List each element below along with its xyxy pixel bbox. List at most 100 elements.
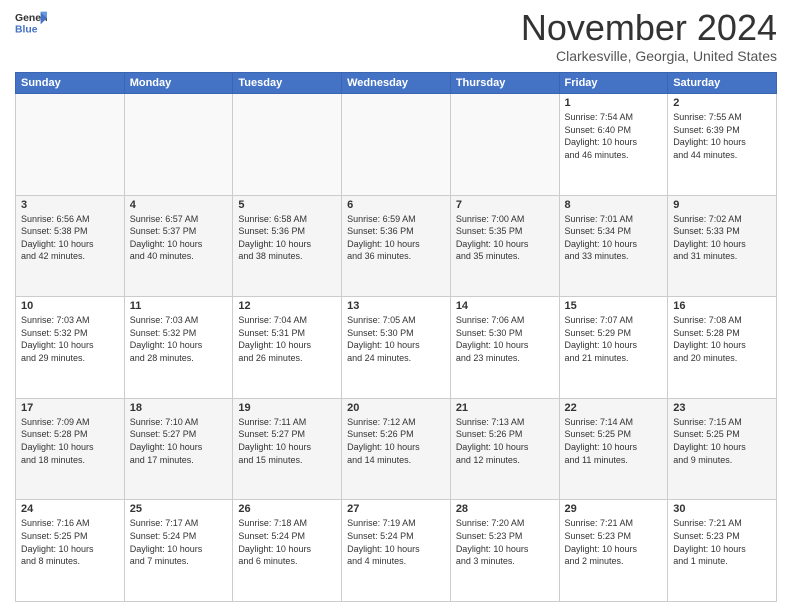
day-number: 27 <box>347 503 445 515</box>
day-info: Sunrise: 7:19 AM Sunset: 5:24 PM Dayligh… <box>347 517 445 567</box>
month-title: November 2024 <box>521 10 777 46</box>
day-number: 14 <box>456 300 554 312</box>
calendar-week-row: 3Sunrise: 6:56 AM Sunset: 5:38 PM Daylig… <box>16 195 777 297</box>
calendar-week-row: 10 Sunrise: 7:03 AM Sunset: 5:32 PM Dayli… <box>16 297 777 399</box>
day-info: Sunrise: 7:08 AM Sunset: 5:28 PM Dayligh… <box>673 314 771 364</box>
day-info: Sunrise: 7:04 AM Sunset: 5:31 PM Dayligh… <box>238 314 336 364</box>
day-number: 16 <box>673 300 771 312</box>
calendar-day-cell: 4 Sunrise: 6:57 AM Sunset: 5:37 PM Daylig… <box>124 195 233 297</box>
calendar-week-row: 24 Sunrise: 7:16 AM Sunset: 5:25 PM Dayli… <box>16 500 777 602</box>
day-info: Sunrise: 7:17 AM Sunset: 5:24 PM Dayligh… <box>130 517 228 567</box>
day-info: Sunrise: 7:05 AM Sunset: 5:30 PM Dayligh… <box>347 314 445 364</box>
day-info: Sunrise: 6:57 AM Sunset: 5:37 PM Dayligh… <box>130 213 228 263</box>
day-info: Sunrise: 7:10 AM Sunset: 5:27 PM Dayligh… <box>130 416 228 466</box>
calendar-day-cell: 27 Sunrise: 7:19 AM Sunset: 5:24 PM Dayli… <box>342 500 451 602</box>
calendar-day-cell: 1Sunrise: 7:54 AM Sunset: 6:40 PM Daylig… <box>559 94 668 196</box>
day-number: 1 <box>565 97 663 109</box>
weekday-header-wednesday: Wednesday <box>342 73 451 94</box>
location: Clarkesville, Georgia, United States <box>521 48 777 64</box>
title-block: November 2024 Clarkesville, Georgia, Uni… <box>521 10 777 64</box>
calendar-day-cell: 21Sunrise: 7:13 AM Sunset: 5:26 PM Dayli… <box>450 398 559 500</box>
day-info: Sunrise: 7:03 AM Sunset: 5:32 PM Dayligh… <box>130 314 228 364</box>
day-number: 9 <box>673 199 771 211</box>
calendar-day-cell <box>16 94 125 196</box>
day-info: Sunrise: 7:09 AM Sunset: 5:28 PM Dayligh… <box>21 416 119 466</box>
calendar-day-cell: 18 Sunrise: 7:10 AM Sunset: 5:27 PM Dayli… <box>124 398 233 500</box>
day-number: 11 <box>130 300 228 312</box>
weekday-header-friday: Friday <box>559 73 668 94</box>
calendar-day-cell: 30 Sunrise: 7:21 AM Sunset: 5:23 PM Dayli… <box>668 500 777 602</box>
logo-icon: General Blue <box>15 10 47 38</box>
day-number: 19 <box>238 402 336 414</box>
day-number: 13 <box>347 300 445 312</box>
day-number: 30 <box>673 503 771 515</box>
calendar-week-row: 1Sunrise: 7:54 AM Sunset: 6:40 PM Daylig… <box>16 94 777 196</box>
day-info: Sunrise: 7:21 AM Sunset: 5:23 PM Dayligh… <box>673 517 771 567</box>
day-number: 25 <box>130 503 228 515</box>
calendar-day-cell: 28 Sunrise: 7:20 AM Sunset: 5:23 PM Dayli… <box>450 500 559 602</box>
day-number: 28 <box>456 503 554 515</box>
day-number: 20 <box>347 402 445 414</box>
calendar-day-cell: 24 Sunrise: 7:16 AM Sunset: 5:25 PM Dayli… <box>16 500 125 602</box>
day-number: 18 <box>130 402 228 414</box>
calendar-header-row: SundayMondayTuesdayWednesdayThursdayFrid… <box>16 73 777 94</box>
calendar-day-cell <box>450 94 559 196</box>
calendar-day-cell: 20Sunrise: 7:12 AM Sunset: 5:26 PM Dayli… <box>342 398 451 500</box>
calendar-day-cell: 16 Sunrise: 7:08 AM Sunset: 5:28 PM Dayli… <box>668 297 777 399</box>
day-number: 12 <box>238 300 336 312</box>
day-info: Sunrise: 7:02 AM Sunset: 5:33 PM Dayligh… <box>673 213 771 263</box>
day-info: Sunrise: 7:14 AM Sunset: 5:25 PM Dayligh… <box>565 416 663 466</box>
day-number: 4 <box>130 199 228 211</box>
svg-text:Blue: Blue <box>15 24 38 35</box>
day-number: 8 <box>565 199 663 211</box>
day-number: 7 <box>456 199 554 211</box>
day-number: 17 <box>21 402 119 414</box>
day-number: 24 <box>21 503 119 515</box>
day-number: 21 <box>456 402 554 414</box>
calendar-day-cell: 22 Sunrise: 7:14 AM Sunset: 5:25 PM Dayli… <box>559 398 668 500</box>
calendar-week-row: 17 Sunrise: 7:09 AM Sunset: 5:28 PM Dayli… <box>16 398 777 500</box>
day-info: Sunrise: 7:16 AM Sunset: 5:25 PM Dayligh… <box>21 517 119 567</box>
calendar-day-cell: 23 Sunrise: 7:15 AM Sunset: 5:25 PM Dayli… <box>668 398 777 500</box>
day-info: Sunrise: 7:20 AM Sunset: 5:23 PM Dayligh… <box>456 517 554 567</box>
calendar-day-cell: 2 Sunrise: 7:55 AM Sunset: 6:39 PM Daylig… <box>668 94 777 196</box>
calendar-day-cell: 19Sunrise: 7:11 AM Sunset: 5:27 PM Dayli… <box>233 398 342 500</box>
calendar-day-cell: 15 Sunrise: 7:07 AM Sunset: 5:29 PM Dayli… <box>559 297 668 399</box>
day-info: Sunrise: 7:01 AM Sunset: 5:34 PM Dayligh… <box>565 213 663 263</box>
day-info: Sunrise: 7:55 AM Sunset: 6:39 PM Dayligh… <box>673 111 771 161</box>
calendar-day-cell <box>342 94 451 196</box>
day-info: Sunrise: 7:07 AM Sunset: 5:29 PM Dayligh… <box>565 314 663 364</box>
day-number: 6 <box>347 199 445 211</box>
calendar-day-cell: 14Sunrise: 7:06 AM Sunset: 5:30 PM Dayli… <box>450 297 559 399</box>
day-number: 10 <box>21 300 119 312</box>
page-container: General Blue November 2024 Clarkesville,… <box>0 0 792 612</box>
day-number: 23 <box>673 402 771 414</box>
weekday-header-saturday: Saturday <box>668 73 777 94</box>
calendar-day-cell: 11 Sunrise: 7:03 AM Sunset: 5:32 PM Dayli… <box>124 297 233 399</box>
weekday-header-tuesday: Tuesday <box>233 73 342 94</box>
page-header: General Blue November 2024 Clarkesville,… <box>15 10 777 64</box>
calendar-table: SundayMondayTuesdayWednesdayThursdayFrid… <box>15 72 777 602</box>
calendar-day-cell <box>124 94 233 196</box>
day-info: Sunrise: 7:15 AM Sunset: 5:25 PM Dayligh… <box>673 416 771 466</box>
calendar-day-cell: 9 Sunrise: 7:02 AM Sunset: 5:33 PM Daylig… <box>668 195 777 297</box>
calendar-day-cell <box>233 94 342 196</box>
day-info: Sunrise: 7:03 AM Sunset: 5:32 PM Dayligh… <box>21 314 119 364</box>
day-number: 15 <box>565 300 663 312</box>
day-number: 5 <box>238 199 336 211</box>
day-number: 22 <box>565 402 663 414</box>
calendar-day-cell: 7 Sunrise: 7:00 AM Sunset: 5:35 PM Daylig… <box>450 195 559 297</box>
logo: General Blue <box>15 10 47 38</box>
weekday-header-monday: Monday <box>124 73 233 94</box>
calendar-day-cell: 13 Sunrise: 7:05 AM Sunset: 5:30 PM Dayli… <box>342 297 451 399</box>
calendar-day-cell: 10 Sunrise: 7:03 AM Sunset: 5:32 PM Dayli… <box>16 297 125 399</box>
day-info: Sunrise: 7:00 AM Sunset: 5:35 PM Dayligh… <box>456 213 554 263</box>
calendar-day-cell: 25 Sunrise: 7:17 AM Sunset: 5:24 PM Dayli… <box>124 500 233 602</box>
weekday-header-thursday: Thursday <box>450 73 559 94</box>
weekday-header-sunday: Sunday <box>16 73 125 94</box>
calendar-day-cell: 17 Sunrise: 7:09 AM Sunset: 5:28 PM Dayli… <box>16 398 125 500</box>
calendar-day-cell: 12 Sunrise: 7:04 AM Sunset: 5:31 PM Dayli… <box>233 297 342 399</box>
day-info: Sunrise: 7:21 AM Sunset: 5:23 PM Dayligh… <box>565 517 663 567</box>
day-info: Sunrise: 6:58 AM Sunset: 5:36 PM Dayligh… <box>238 213 336 263</box>
day-number: 2 <box>673 97 771 109</box>
